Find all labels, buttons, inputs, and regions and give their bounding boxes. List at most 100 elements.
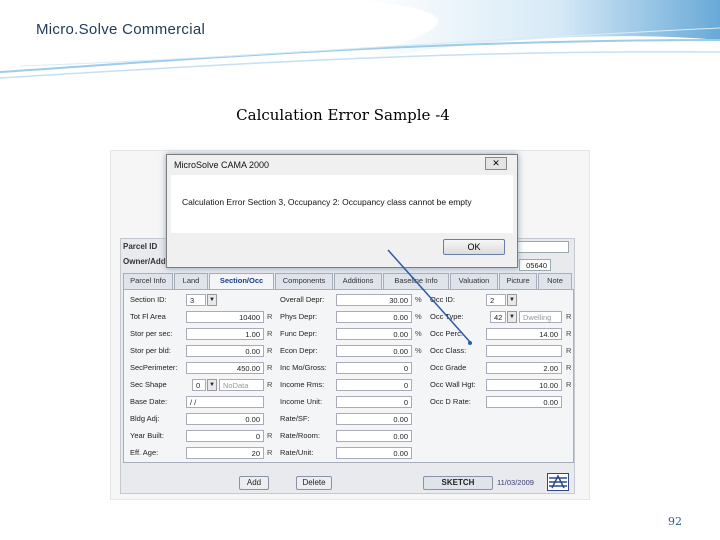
- year-built-field[interactable]: 0: [186, 430, 264, 442]
- percent-suffix: %: [415, 346, 422, 355]
- phys-depr-field[interactable]: 0.00: [336, 311, 412, 323]
- occ-grade-field[interactable]: 2.00: [486, 362, 562, 374]
- inc-mo-gross-field[interactable]: 0: [336, 362, 412, 374]
- occ-id-dropdown-icon[interactable]: ▼: [507, 294, 517, 306]
- sec-shape-text-field: NoData: [219, 379, 264, 391]
- tab-bar: Parcel Info Land Section/Occ Components …: [123, 273, 573, 290]
- slide-header: Micro.Solve Commercial: [0, 0, 720, 90]
- func-depr-field[interactable]: 0.00: [336, 328, 412, 340]
- occ-type-label: Occ Type:: [430, 312, 464, 321]
- dialog-title: MicroSolve CAMA 2000: [174, 160, 270, 170]
- tab-note[interactable]: Note: [538, 273, 572, 289]
- owner-value-field[interactable]: 05640: [519, 259, 551, 271]
- occ-d-rate-label: Occ D Rate:: [430, 397, 471, 406]
- occ-wall-hgt-label: Occ Wall Hgt:: [430, 380, 476, 389]
- r-suffix: R: [267, 312, 273, 321]
- cama-app-window: Parcel ID Owner/Add 05640 Parcel Info La…: [120, 238, 575, 494]
- tab-valuation[interactable]: Valuation: [450, 273, 498, 289]
- overall-depr-field[interactable]: 30.00: [336, 294, 412, 306]
- rate-room-label: Rate/Room:: [280, 431, 321, 440]
- overall-depr-label: Overall Depr:: [280, 295, 325, 304]
- occ-id-label: Occ ID:: [430, 295, 456, 304]
- sketch-button[interactable]: SKETCH: [423, 476, 493, 490]
- occ-grade-label: Occ Grade: [430, 363, 467, 372]
- r-suffix: R: [267, 363, 273, 372]
- tab-parcel-info[interactable]: Parcel Info: [123, 273, 173, 289]
- occ-wall-hgt-field[interactable]: 10.00: [486, 379, 562, 391]
- occ-type-dropdown-icon[interactable]: ▼: [507, 311, 517, 323]
- econ-depr-label: Econ Depr:: [280, 346, 318, 355]
- eff-age-label: Eff. Age:: [130, 448, 159, 457]
- section-id-field[interactable]: 3: [186, 294, 206, 306]
- inc-mo-gross-label: Inc Mo/Gross:: [280, 363, 327, 372]
- r-suffix: R: [267, 380, 273, 389]
- percent-suffix: %: [415, 312, 422, 321]
- date-display: 11/03/2009: [497, 478, 534, 487]
- stor-per-sec-field[interactable]: 1.00: [186, 328, 264, 340]
- income-rms-field[interactable]: 0: [336, 379, 412, 391]
- income-rms-label: Income Rms:: [280, 380, 325, 389]
- close-icon[interactable]: ✕: [485, 157, 507, 170]
- sec-shape-code-field[interactable]: 0: [192, 379, 206, 391]
- r-suffix: R: [566, 312, 572, 321]
- r-suffix: R: [267, 431, 273, 440]
- tab-additions[interactable]: Additions: [334, 273, 382, 289]
- phys-depr-label: Phys Depr:: [280, 312, 318, 321]
- rate-unit-label: Rate/Unit:: [280, 448, 314, 457]
- occ-perc-field[interactable]: 14.00: [486, 328, 562, 340]
- owner-label: Owner/Add: [123, 257, 166, 266]
- slide-title: Calculation Error Sample -4: [236, 106, 450, 124]
- sec-perimeter-label: SecPerimeter:: [130, 363, 178, 372]
- sec-shape-dropdown-icon[interactable]: ▼: [207, 379, 217, 391]
- base-date-label: Base Date:: [130, 397, 168, 406]
- occ-d-rate-field[interactable]: 0.00: [486, 396, 562, 408]
- sec-shape-label: Sec Shape: [130, 380, 167, 389]
- r-suffix: R: [267, 329, 273, 338]
- section-occ-panel: Section ID: 3 ▼ Tot Fl Area 10400 R Stor…: [123, 289, 574, 463]
- rate-unit-field[interactable]: 0.00: [336, 447, 412, 459]
- econ-depr-field[interactable]: 0.00: [336, 345, 412, 357]
- r-suffix: R: [566, 380, 572, 389]
- rate-room-field[interactable]: 0.00: [336, 430, 412, 442]
- rate-sf-label: Rate/SF:: [280, 414, 310, 423]
- ok-button[interactable]: OK: [443, 239, 505, 255]
- tab-components[interactable]: Components: [275, 273, 333, 289]
- error-message: Calculation Error Section 3, Occupancy 2…: [182, 197, 472, 207]
- percent-suffix: %: [415, 329, 422, 338]
- rate-sf-field[interactable]: 0.00: [336, 413, 412, 425]
- section-id-label: Section ID:: [130, 295, 167, 304]
- error-dialog: MicroSolve CAMA 2000 ✕ Calculation Error…: [166, 154, 518, 268]
- income-unit-field[interactable]: 0: [336, 396, 412, 408]
- percent-suffix: %: [415, 295, 422, 304]
- r-suffix: R: [566, 363, 572, 372]
- occ-id-field[interactable]: 2: [486, 294, 506, 306]
- dialog-body: Calculation Error Section 3, Occupancy 2…: [171, 175, 513, 233]
- tab-land[interactable]: Land: [174, 273, 208, 289]
- occ-type-code-field[interactable]: 42: [490, 311, 506, 323]
- sec-perimeter-field[interactable]: 450.00: [186, 362, 264, 374]
- r-suffix: R: [267, 448, 273, 457]
- eff-age-field[interactable]: 20: [186, 447, 264, 459]
- tot-fl-area-field[interactable]: 10400: [186, 311, 264, 323]
- section-id-dropdown-icon[interactable]: ▼: [207, 294, 217, 306]
- parcel-id-label: Parcel ID: [123, 242, 158, 251]
- delete-button[interactable]: Delete: [296, 476, 332, 490]
- occ-perc-label: Occ Perc:: [430, 329, 463, 338]
- tab-baseline-info[interactable]: Baseline Info: [383, 273, 449, 289]
- tab-section-occ[interactable]: Section/Occ: [209, 273, 274, 290]
- r-suffix: R: [566, 346, 572, 355]
- tab-picture[interactable]: Picture: [499, 273, 537, 289]
- microsolve-logo-icon: [547, 473, 569, 491]
- add-button[interactable]: Add: [239, 476, 269, 490]
- income-unit-label: Income Unit:: [280, 397, 323, 406]
- tot-fl-area-label: Tot Fl Area: [130, 312, 166, 321]
- bldg-adj-field[interactable]: 0.00: [186, 413, 264, 425]
- occ-class-field[interactable]: [486, 345, 562, 357]
- stor-per-bld-label: Stor per bld:: [130, 346, 171, 355]
- year-built-label: Year Built:: [130, 431, 164, 440]
- base-date-field[interactable]: / /: [186, 396, 264, 408]
- stor-per-bld-field[interactable]: 0.00: [186, 345, 264, 357]
- stor-per-sec-label: Stor per sec:: [130, 329, 173, 338]
- brand-title: Micro.Solve Commercial: [36, 21, 206, 38]
- occ-type-text-field: Dwelling: [519, 311, 562, 323]
